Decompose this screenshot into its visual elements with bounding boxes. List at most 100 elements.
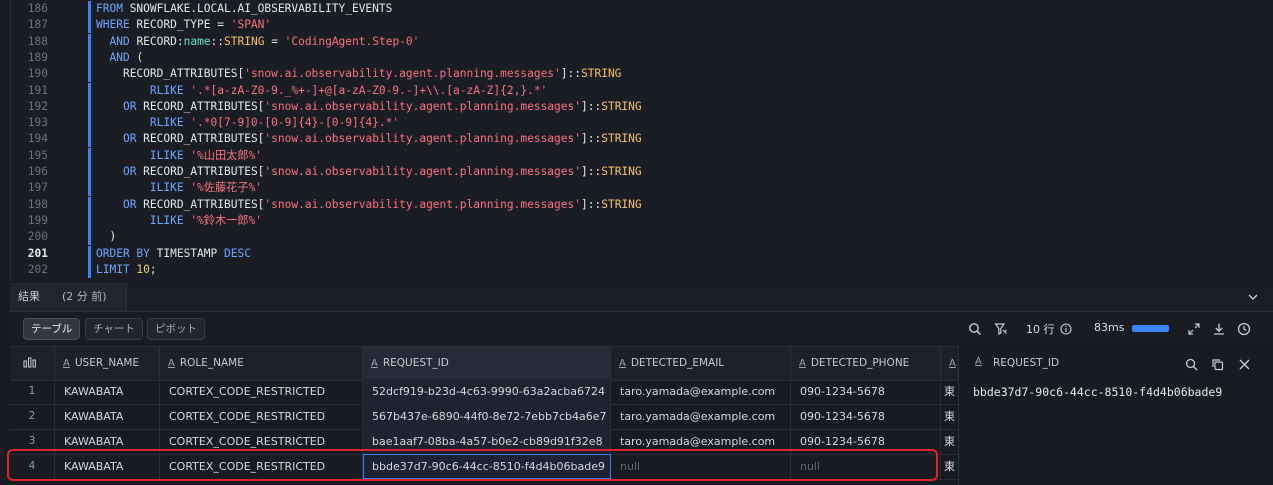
table-cell-overflow[interactable]: 東 [941, 379, 958, 404]
table-cell[interactable]: taro.yamada@example.com [611, 379, 791, 404]
code-line[interactable]: 194 OR RECORD_ATTRIBUTES['snow.ai.observ… [0, 131, 1273, 148]
code-line[interactable]: 195 ILIKE '%山田太郎%' [0, 147, 1273, 164]
table-row[interactable]: 2 KAWABATA CORTEX_CODE_RESTRICTED 567b437e-… [10, 404, 958, 430]
code-line[interactable]: 193 RLIKE '.*0[7-9]0-[0-9]{4}-[0-9]{4}.*… [0, 115, 1273, 132]
line-number: 202 [27, 262, 48, 276]
column-header-label: USER_NAME [74, 357, 140, 369]
code-token: WHERE [96, 18, 137, 32]
column-header-label: REQUEST_ID [382, 357, 449, 369]
download-icon[interactable] [1212, 322, 1226, 336]
table-cell[interactable]: 567b437e-6890-44f0-8e72-7ebb7cb4a6e7 [363, 404, 611, 429]
code-text: ILIKE '%鈴木一郎%' [96, 213, 262, 229]
code-line[interactable]: 189 AND ( [0, 49, 1273, 66]
block-guide [88, 115, 91, 132]
code-token: RECORD_ATTRIBUTES[ [143, 99, 265, 113]
close-icon[interactable] [1238, 358, 1251, 371]
table-cell[interactable]: KAWABATA [55, 404, 160, 429]
column-header-detected-email[interactable]: A DETECTED_EMAIL [611, 347, 791, 380]
text-type-icon: A [63, 358, 70, 369]
code-line[interactable]: 190 RECORD_ATTRIBUTES['snow.ai.observabi… [0, 66, 1273, 83]
results-header: 結果 (2 分 前) [10, 283, 1273, 312]
code-text: LIMIT 10; [96, 262, 157, 278]
column-header-overflow[interactable]: A [941, 347, 958, 380]
results-tab[interactable]: 結果 (2 分 前) [10, 283, 127, 311]
block-guide [88, 147, 91, 164]
code-line[interactable]: 192 OR RECORD_ATTRIBUTES['snow.ai.observ… [0, 98, 1273, 115]
line-number: 190 [27, 67, 48, 81]
detail-panel-value[interactable]: bbde37d7-90c6-44cc-8510-f4d4b06bade9 [973, 385, 1222, 399]
code-token: '%鈴木一郎%' [190, 213, 263, 227]
column-header-detected-phone[interactable]: A DETECTED_PHONE [791, 347, 941, 380]
column-header-label: DETECTED_PHONE [810, 357, 910, 369]
row-highlight-annotation [7, 449, 938, 481]
code-line[interactable]: 200 ) [0, 229, 1273, 246]
code-line[interactable]: 191 RLIKE '.*[a-zA-Z0-9._%+-]+@[a-zA-Z0-… [0, 82, 1273, 99]
code-token: ]:: [581, 165, 602, 178]
chevron-down-icon[interactable] [1247, 291, 1259, 303]
column-header-label: ROLE_NAME [179, 357, 244, 369]
table-cell[interactable]: CORTEX_CODE_RESTRICTED [160, 379, 363, 404]
code-token: STRING [581, 67, 622, 81]
code-line[interactable]: 186 FROM SNOWFLAKE.LOCAL.AI_OBSERVABILITY… [0, 1, 1273, 17]
code-line[interactable]: 202 LIMIT 10; [0, 261, 1273, 278]
column-header-label: DETECTED_EMAIL [630, 357, 725, 369]
code-line[interactable]: 188 AND RECORD:name::STRING = 'CodingAge… [0, 33, 1273, 50]
info-icon[interactable] [1060, 323, 1072, 335]
table-cell[interactable]: 090-1234-5678 [791, 404, 941, 429]
code-token: '.*0[7-9]0-[0-9]{4}-[0-9]{4}.*' [190, 116, 400, 130]
detail-panel-title: REQUEST_ID [993, 357, 1060, 369]
row-index: 2 [10, 404, 55, 429]
text-type-icon: A [799, 358, 806, 369]
table-cell[interactable]: KAWABATA [55, 379, 160, 404]
column-header-role-name[interactable]: A ROLE_NAME [160, 347, 363, 380]
code-token: '%山田太郎%' [190, 148, 263, 162]
results-toolbar: テーブル チャート ピボット 10 行 83ms [10, 312, 1273, 346]
code-token: RECORD_TYPE = [136, 18, 231, 32]
view-table-button[interactable]: テーブル [23, 318, 81, 340]
code-text: ILIKE '%佐藤花子%' [96, 180, 262, 196]
code-line[interactable]: 196 OR RECORD_ATTRIBUTES['snow.ai.observ… [0, 164, 1273, 180]
block-guide [88, 49, 91, 66]
code-line[interactable]: 199 ILIKE '%鈴木一郎%' [0, 212, 1273, 229]
text-type-icon: A [975, 356, 982, 367]
column-header-user-name[interactable]: A USER_NAME [55, 347, 160, 380]
code-token: ]:: [560, 67, 581, 81]
sql-editor[interactable]: 186 FROM SNOWFLAKE.LOCAL.AI_OBSERVABILITY… [0, 0, 1273, 281]
table-cell[interactable]: CORTEX_CODE_RESTRICTED [160, 404, 363, 429]
block-guide [88, 196, 91, 213]
code-line[interactable]: 197 ILIKE '%佐藤花子%' [0, 180, 1273, 197]
table-row[interactable]: 1 KAWABATA CORTEX_CODE_RESTRICTED 52dcf919-… [10, 379, 958, 405]
code-token: OR [122, 132, 144, 146]
copy-icon[interactable] [1211, 358, 1224, 371]
table-cell-overflow[interactable]: 東 [941, 454, 958, 479]
search-icon[interactable] [968, 322, 982, 336]
view-pivot-button[interactable]: ピボット [147, 318, 205, 340]
table-cell-overflow[interactable]: 東 [941, 404, 958, 429]
table-cell-overflow[interactable]: 東 [941, 429, 958, 454]
code-line[interactable]: 187 WHERE RECORD_TYPE = 'SPAN' [0, 17, 1273, 34]
column-header-request-id[interactable]: A REQUEST_ID [363, 347, 611, 380]
code-token: ILIKE [149, 181, 191, 195]
expand-icon[interactable] [1187, 322, 1201, 336]
column-stats-icon[interactable] [23, 356, 37, 368]
code-line[interactable]: 201 ORDER BY TIMESTAMP DESC [0, 245, 1273, 262]
clock-icon[interactable] [1237, 322, 1251, 336]
code-token: = [264, 34, 285, 48]
view-chart-button[interactable]: チャート [85, 318, 143, 340]
block-guide [88, 261, 91, 278]
search-icon[interactable] [1185, 358, 1198, 371]
filter-icon[interactable] [994, 322, 1008, 336]
block-guide [88, 1, 91, 17]
table-cell[interactable]: 090-1234-5678 [791, 379, 941, 404]
code-text: ) [96, 229, 116, 245]
table-cell[interactable]: taro.yamada@example.com [611, 404, 791, 429]
code-token: ; [149, 262, 157, 276]
code-token: 'snow.ai.observability.agent.planning.me… [244, 67, 561, 81]
table-cell[interactable]: 52dcf919-b23d-4c63-9990-63a2acba6724 [363, 379, 611, 404]
code-line[interactable]: 198 OR RECORD_ATTRIBUTES['snow.ai.observ… [0, 196, 1273, 213]
line-number: 199 [27, 213, 48, 227]
